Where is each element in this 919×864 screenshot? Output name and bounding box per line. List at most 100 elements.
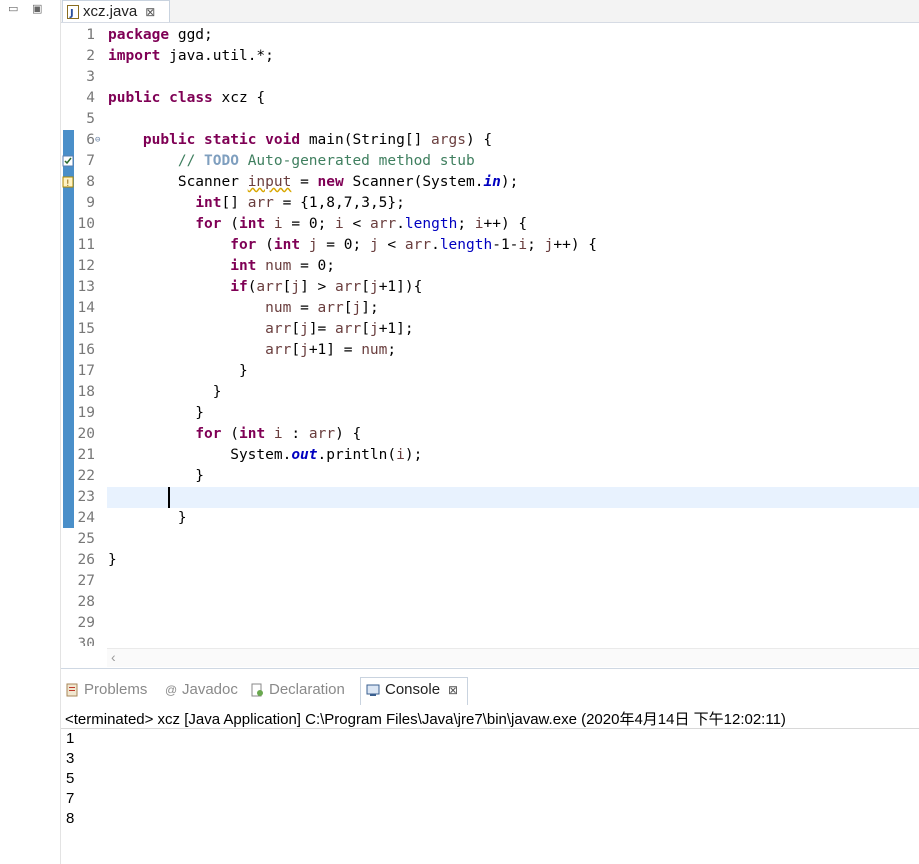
- code-token: j: [308, 237, 318, 253]
- code-line[interactable]: 10 for (int i = 0; i < arr.length; i++) …: [61, 214, 919, 235]
- code-line[interactable]: 6 ⊖ public static void main(String[] args…: [61, 130, 919, 151]
- editor-tab-title: xcz.java: [83, 3, 138, 20]
- code-token: j: [369, 237, 379, 253]
- code-token: = 0;: [317, 237, 370, 253]
- code-line[interactable]: 3: [61, 67, 919, 88]
- minimize-icon[interactable]: ▭: [8, 2, 18, 15]
- code-line[interactable]: 26}: [61, 550, 919, 571]
- code-line[interactable]: 12 int num = 0;: [61, 256, 919, 277]
- code-token: main(String[]: [300, 132, 432, 148]
- tab-problems[interactable]: Problems: [65, 681, 147, 698]
- code-token: arr: [265, 321, 292, 337]
- console-output-line: 3: [66, 750, 75, 767]
- line-number: 9: [86, 195, 95, 211]
- code-text: arr[j+1] = num;: [108, 340, 396, 361]
- code-area[interactable]: 1 package ggd; 2 import java.util.*; 3 4 publi…: [61, 26, 919, 646]
- code-line[interactable]: 24 }: [61, 508, 919, 529]
- code-line[interactable]: 11 for (int j = 0; j < arr.length-1-i; j…: [61, 235, 919, 256]
- tab-javadoc-label: Javadoc: [182, 681, 238, 698]
- code-token: =: [291, 300, 318, 316]
- code-text: import java.util.*;: [108, 46, 274, 67]
- code-token: for: [195, 426, 222, 442]
- code-line[interactable]: 17 }: [61, 361, 919, 382]
- close-tab-icon[interactable]: ⊠: [145, 5, 155, 19]
- code-text: int num = 0;: [108, 256, 335, 277]
- code-line[interactable]: 7 // TODO Auto-generated method stub: [61, 151, 919, 172]
- line-number: 3: [86, 69, 95, 85]
- code-line[interactable]: 28: [61, 592, 919, 613]
- code-line[interactable]: 18 }: [61, 382, 919, 403]
- code-line[interactable]: 19 }: [61, 403, 919, 424]
- console-output-line: 8: [66, 810, 75, 827]
- code-line[interactable]: 2 import java.util.*;: [61, 46, 919, 67]
- code-line[interactable]: 22 }: [61, 466, 919, 487]
- code-token: arr: [404, 237, 432, 253]
- svg-text:J: J: [69, 8, 74, 19]
- horizontal-scrollbar[interactable]: ‹: [107, 648, 919, 667]
- code-line[interactable]: 5: [61, 109, 919, 130]
- console-divider: [61, 728, 919, 729]
- editor-tab-xcz-java[interactable]: J xcz.java ⊠: [62, 0, 170, 22]
- code-text: for (int i : arr) {: [108, 424, 361, 445]
- code-line[interactable]: 1 package ggd;: [61, 26, 919, 46]
- code-token: int: [238, 426, 266, 442]
- code-token: [: [361, 321, 370, 337]
- declaration-icon: [250, 683, 264, 697]
- code-token: for: [195, 216, 222, 232]
- code-line[interactable]: 13 if(arr[j] > arr[j+1]){: [61, 277, 919, 298]
- code-token: arr: [369, 216, 397, 232]
- code-token: <: [343, 216, 370, 232]
- code-token: );: [404, 447, 423, 463]
- line-number: 15: [77, 321, 95, 337]
- code-token: [: [291, 342, 301, 358]
- code-line[interactable]: 30: [61, 634, 919, 646]
- line-number: 13: [77, 279, 95, 295]
- scroll-left-icon[interactable]: ‹: [111, 649, 116, 665]
- code-token: int: [230, 258, 257, 274]
- tab-declaration[interactable]: Declaration: [250, 681, 345, 698]
- code-line[interactable]: 9 int[] arr = {1,8,7,3,5};: [61, 193, 919, 214]
- code-token: }: [108, 510, 187, 526]
- tab-console[interactable]: Console ⊠: [366, 681, 458, 698]
- code-text: for (int j = 0; j < arr.length-1-i; j++)…: [108, 235, 597, 256]
- line-number: 8: [86, 174, 95, 190]
- code-token: System.: [108, 447, 292, 463]
- fold-collapse-icon[interactable]: ⊖: [95, 130, 100, 151]
- code-line[interactable]: 21 System.out.println(i);: [61, 445, 919, 466]
- code-token: :: [282, 426, 309, 442]
- code-text: arr[j]= arr[j+1];: [108, 319, 413, 340]
- line-number: 7: [86, 153, 95, 169]
- code-line[interactable]: 15 arr[j]= arr[j+1];: [61, 319, 919, 340]
- console-output-line: 1: [66, 730, 75, 747]
- line-number: 4: [86, 90, 95, 106]
- code-token: []: [221, 195, 248, 211]
- code-line[interactable]: 20 for (int i : arr) {: [61, 424, 919, 445]
- code-line[interactable]: 27: [61, 571, 919, 592]
- problems-icon: [65, 683, 79, 697]
- java-file-icon: J: [67, 4, 79, 19]
- code-line[interactable]: 23: [61, 487, 919, 508]
- close-console-icon[interactable]: ⊠: [448, 683, 458, 697]
- code-line[interactable]: 25: [61, 529, 919, 550]
- code-token: arr: [308, 426, 336, 442]
- code-token: }: [108, 552, 117, 568]
- code-token: (: [221, 216, 239, 232]
- code-token: i: [518, 237, 528, 253]
- code-line[interactable]: 4 public class xcz {: [61, 88, 919, 109]
- code-token: xcz {: [212, 90, 266, 106]
- code-line[interactable]: 14 num = arr[j];: [61, 298, 919, 319]
- code-token: new: [317, 174, 344, 190]
- code-line[interactable]: 16 arr[j+1] = num;: [61, 340, 919, 361]
- code-token: [: [361, 279, 370, 295]
- code-token: void: [265, 132, 301, 148]
- maximize-icon[interactable]: ▣: [32, 2, 42, 15]
- tab-javadoc[interactable]: @ Javadoc: [165, 681, 238, 698]
- code-editor[interactable]: J xcz.java ⊠ ! 1 package ggd; 2 import java…: [61, 0, 919, 669]
- code-line[interactable]: 29: [61, 613, 919, 634]
- code-line[interactable]: 8 Scanner input = new Scanner(System.in)…: [61, 172, 919, 193]
